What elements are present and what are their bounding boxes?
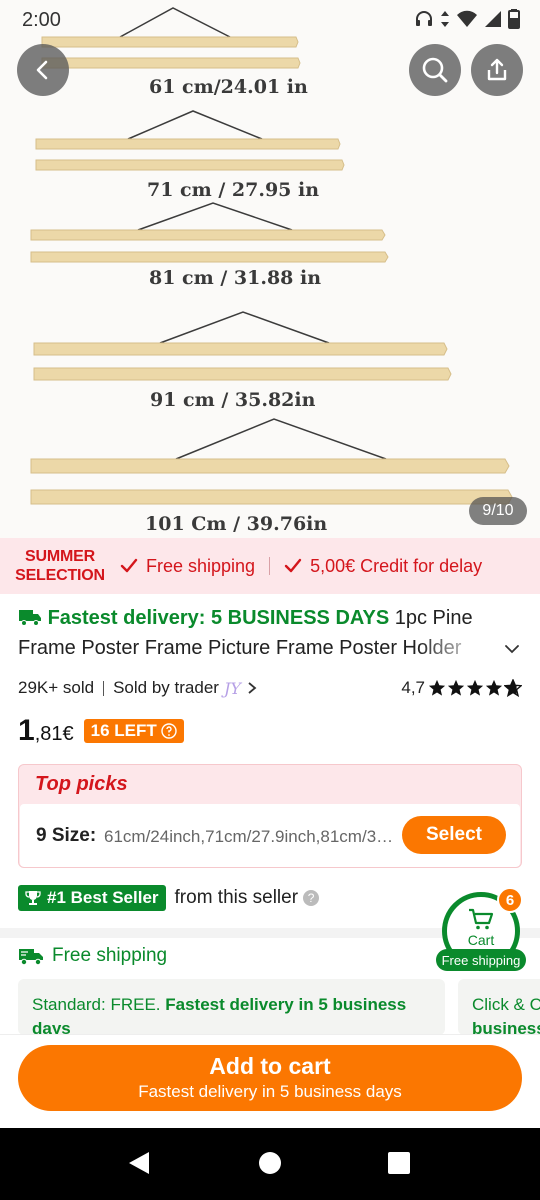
- bestseller-suffix: from this seller: [174, 887, 299, 908]
- promo-free-shipping: Free shipping: [120, 556, 255, 577]
- floating-cart-button[interactable]: Cart 6 Free shipping: [436, 887, 526, 974]
- sold-by-link[interactable]: Sold by trader JY: [113, 678, 259, 698]
- star-rating: [428, 679, 522, 697]
- divider: [269, 557, 271, 575]
- delivery-truck-icon: [19, 610, 41, 626]
- select-size-button[interactable]: Select: [402, 816, 506, 854]
- share-icon: [487, 58, 507, 81]
- hanger-size-label: 61 cm/24.01 in: [149, 76, 308, 98]
- check-icon: [120, 558, 138, 573]
- top-picks-title: Top picks: [35, 773, 128, 795]
- free-shipping-title: Free shipping: [52, 945, 168, 966]
- price-row: 1 ,81€ 16 LEFT: [18, 714, 184, 748]
- hanger-size-label: 81 cm / 31.88 in: [149, 267, 322, 289]
- add-to-cart-button[interactable]: Add to cart Fastest delivery in 5 busine…: [18, 1045, 522, 1111]
- status-time: 2:00: [22, 9, 61, 31]
- check-icon: [284, 558, 302, 573]
- star-icon: [485, 679, 503, 696]
- promo-credit-delay: 5,00€ Credit for delay: [284, 556, 482, 577]
- shipping-standard-prefix: Standard: FREE.: [32, 995, 161, 1014]
- bestseller-badge: #1 Best Seller: [18, 885, 166, 911]
- title-text-start: 1pc Pine: [394, 607, 473, 629]
- star-icon: [428, 679, 446, 696]
- bestseller-label: #1 Best Seller: [47, 888, 159, 907]
- promo-item-label: Free shipping: [146, 555, 256, 576]
- stock-left-badge[interactable]: 16 LEFT: [83, 719, 184, 743]
- star-icon: [466, 679, 484, 696]
- badge-line2: SELECTION: [15, 567, 105, 584]
- shipping-click-collect-prefix: Click & C: [472, 995, 540, 1014]
- rating-value: 4,7: [401, 678, 425, 697]
- rating[interactable]: 4,7: [401, 678, 522, 698]
- data-arrows-icon: [441, 11, 449, 27]
- seller-logo: JY: [223, 678, 241, 698]
- back-button[interactable]: [17, 44, 69, 96]
- cart-free-shipping-label: Free shipping: [436, 949, 526, 971]
- cart-icon: [469, 908, 494, 930]
- chevron-right-icon: [248, 682, 257, 694]
- status-icons: [414, 9, 520, 29]
- cart-label: Cart: [467, 932, 495, 948]
- add-to-cart-label: Add to cart: [209, 1053, 331, 1079]
- top-picks-panel: Top picks 9 Size: 61cm/24inch,71cm/27.9i…: [18, 764, 522, 868]
- hanger-size-3: 81 cm / 31.88 in: [0, 198, 540, 298]
- badge-line1: SUMMER: [25, 548, 95, 565]
- share-button[interactable]: [471, 44, 523, 96]
- search-icon: [422, 57, 448, 83]
- hanger-size-label: 91 cm / 35.82in: [150, 389, 316, 411]
- wifi-icon: [457, 10, 477, 27]
- shipping-option-standard[interactable]: Standard: FREE. Fastest delivery in 5 bu…: [18, 979, 445, 1035]
- free-shipping-header[interactable]: Free shipping: [18, 945, 167, 967]
- delivery-truck-icon: [19, 949, 43, 966]
- chevron-down-icon: [505, 645, 519, 654]
- chevron-left-icon: [36, 60, 48, 80]
- cart-count-badge: 6: [497, 887, 523, 913]
- shipping-option-click-collect[interactable]: Click & C business: [458, 979, 540, 1035]
- nav-home-icon[interactable]: [258, 1150, 282, 1176]
- help-icon[interactable]: ?: [303, 890, 320, 906]
- promo-item-label: 5,00€ Credit for delay: [310, 555, 483, 576]
- stock-left-label: 16 LEFT: [90, 721, 157, 740]
- signal-icon: [485, 11, 501, 27]
- size-label: 9 Size:: [36, 825, 97, 846]
- nav-back-icon[interactable]: [127, 1150, 151, 1176]
- search-button[interactable]: [409, 44, 461, 96]
- hanger-size-5: 101 Cm / 39.76in: [0, 412, 540, 538]
- hanger-size-label: 101 Cm / 39.76in: [145, 513, 328, 535]
- size-options-text: 61cm/24inch,71cm/27.9inch,81cm/31.9inch: [104, 827, 402, 846]
- sold-by-label: Sold by trader: [113, 678, 219, 697]
- battery-icon: [508, 9, 520, 29]
- system-navigation-bar: [0, 1128, 540, 1200]
- bottom-action-bar: Add to cart Fastest delivery in 5 busine…: [0, 1034, 540, 1128]
- star-icon: [447, 679, 465, 696]
- divider: [103, 680, 105, 696]
- trophy-icon: [25, 891, 41, 905]
- image-counter: 9/10: [469, 497, 527, 525]
- summer-selection-badge: SUMMER SELECTION: [0, 547, 120, 585]
- price-integer: 1: [18, 714, 35, 747]
- star-half-icon: [504, 679, 522, 697]
- summer-selection-banner[interactable]: SUMMER SELECTION Free shipping 5,00€ Cre…: [0, 538, 540, 594]
- bestseller-row: #1 Best Seller from this seller ?: [18, 885, 320, 911]
- title-text-rest: Frame Poster Frame Picture Frame Poster …: [18, 637, 462, 659]
- size-selector-row[interactable]: 9 Size: 61cm/24inch,71cm/27.9inch,81cm/3…: [20, 804, 520, 867]
- sold-count: 29K+ sold: [18, 678, 95, 697]
- shipping-click-collect-detail: business: [472, 1019, 540, 1035]
- price-decimal: ,81€: [34, 723, 74, 745]
- headset-icon: [416, 11, 432, 26]
- nav-recents-icon[interactable]: [387, 1150, 411, 1176]
- product-title[interactable]: Fastest delivery: 5 BUSINESS DAYS 1pc Pi…: [18, 603, 498, 663]
- fastest-delivery-label: Fastest delivery: 5 BUSINESS DAYS: [47, 607, 390, 629]
- product-image-gallery[interactable]: 2:00 61 cm/24.01 in 71 cm / 27.95 in 81 …: [0, 0, 540, 538]
- help-icon: [161, 723, 177, 739]
- hanger-size-4: 91 cm / 35.82in: [0, 300, 540, 420]
- hanger-size-2: 71 cm / 27.95 in: [0, 100, 540, 201]
- status-bar: 2:00: [0, 0, 540, 40]
- expand-title-button[interactable]: [503, 640, 521, 663]
- add-to-cart-sublabel: Fastest delivery in 5 business days: [138, 1082, 402, 1101]
- sales-info-row: 29K+ sold Sold by trader JY 4,7: [18, 676, 522, 700]
